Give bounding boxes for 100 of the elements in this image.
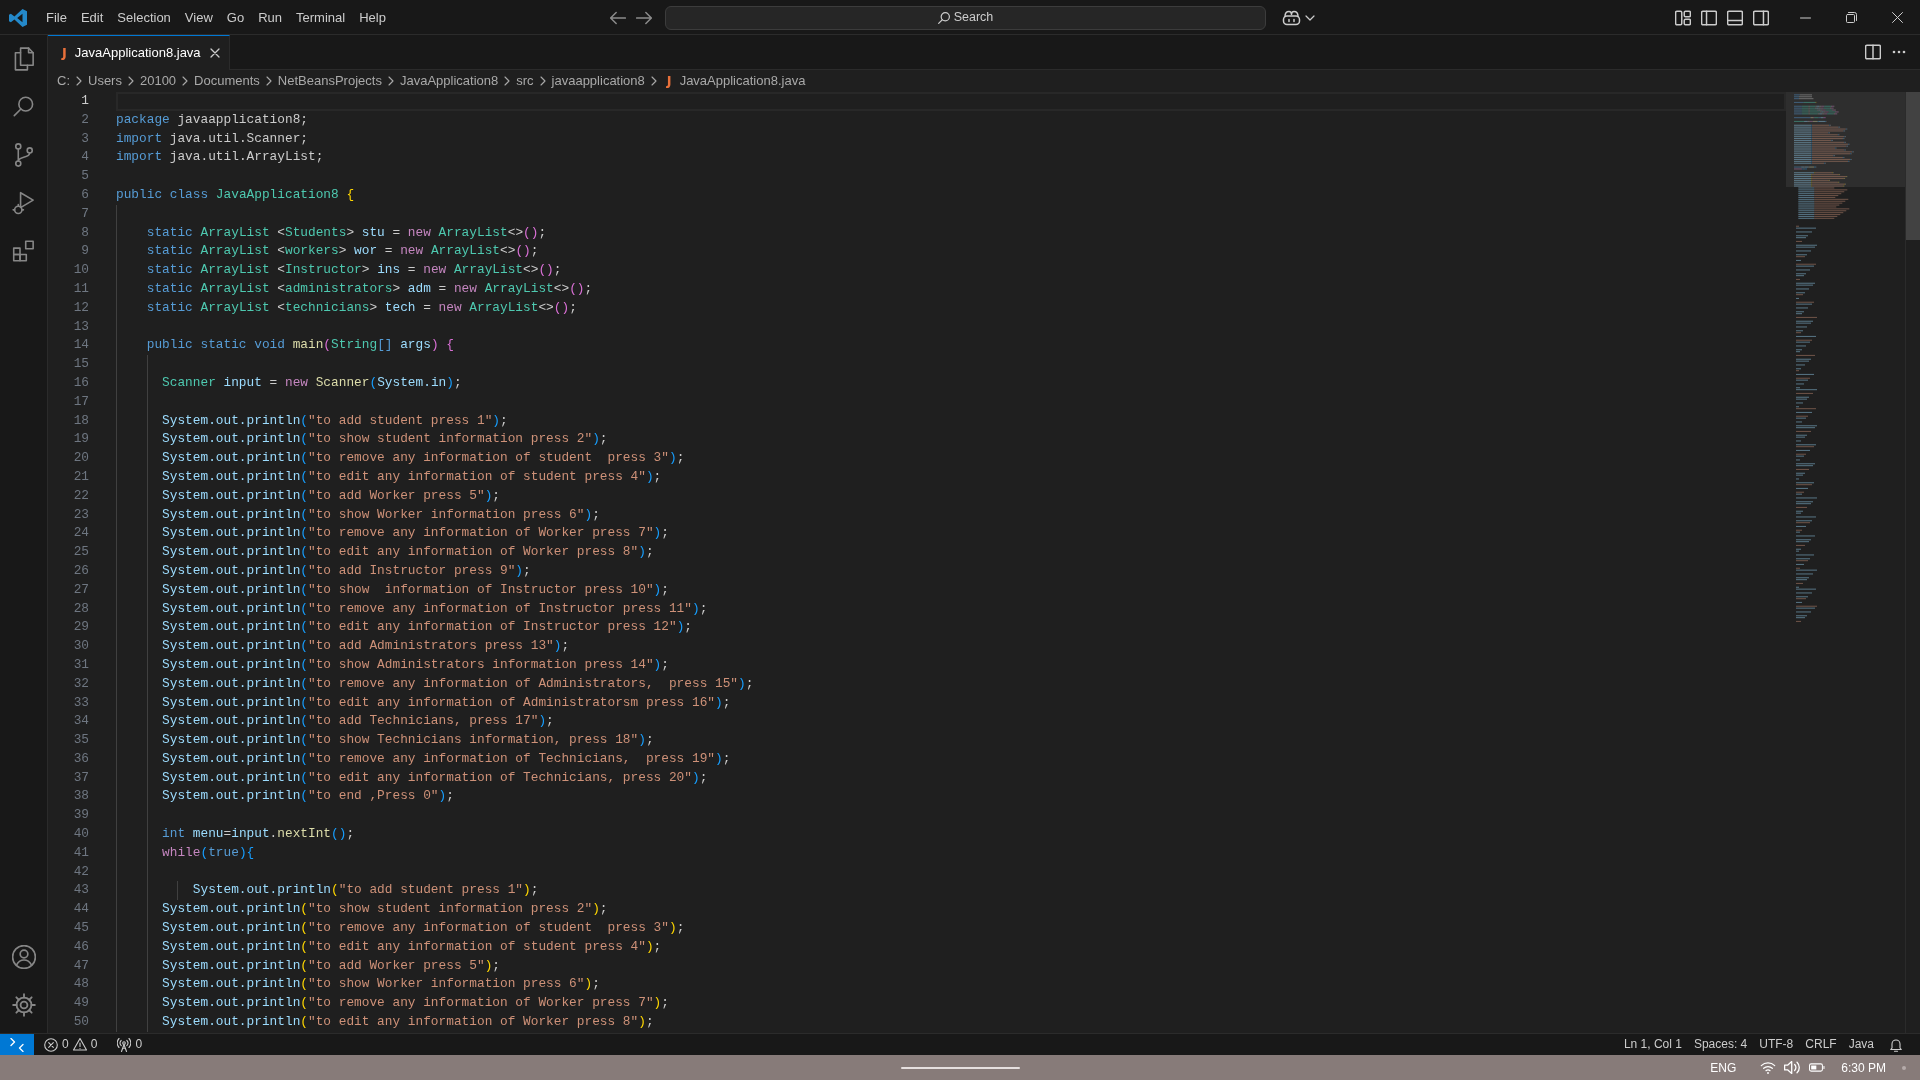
line-number: 48 (72, 975, 90, 994)
code-line: Scanner input = new Scanner(System.in); (162, 374, 462, 390)
status-item[interactable]: Ln 1, Col 1 (1617, 1034, 1688, 1055)
chevron-icon (127, 76, 134, 86)
line-number: 42 (72, 862, 90, 881)
line-number: 45 (72, 919, 90, 938)
line-number: 29 (72, 618, 90, 637)
line-number: 7 (80, 204, 90, 223)
ports-button[interactable]: 0 (111, 1034, 149, 1055)
code-line: System.out.println("to edit any information of student press 4"); (162, 468, 662, 484)
speaker-icon[interactable] (1784, 1061, 1801, 1074)
code-line: System.out.println("to edit any information of Worker press 8"); (162, 1014, 654, 1030)
close-icon[interactable] (209, 48, 220, 58)
line-number: 14 (72, 336, 90, 355)
app-logo-icon[interactable] (8, 8, 27, 27)
line-number: 35 (72, 731, 90, 750)
chevron-icon (265, 76, 272, 86)
status-item[interactable]: UTF-8 (1753, 1034, 1800, 1055)
code-line: public static void main(String[] args) { (146, 337, 454, 353)
command-center[interactable]: Search (665, 5, 1266, 30)
panel-left-icon[interactable] (1701, 9, 1717, 26)
editor-tab[interactable]: J JavaApplication8.java (48, 35, 230, 70)
menu-item[interactable]: Selection (110, 6, 178, 29)
more-actions-icon[interactable] (1892, 50, 1906, 54)
battery-icon[interactable] (1809, 1063, 1826, 1072)
line-number: 23 (72, 505, 90, 524)
code-line: while(true){ (162, 844, 255, 860)
line-number: 49 (72, 994, 90, 1013)
code-line: System.out.println("to remove any information of Instructor press 11"); (162, 600, 708, 616)
breadcrumb-item[interactable]: 20100 (139, 71, 177, 91)
line-number: 4 (80, 148, 90, 167)
breadcrumb-item[interactable]: Documents (194, 71, 260, 91)
problems-button[interactable]: 0 0 (38, 1034, 104, 1055)
remote-button[interactable] (0, 1034, 34, 1055)
file-type-icon: J (666, 71, 672, 91)
panel-bottom-icon[interactable] (1727, 9, 1743, 26)
breadcrumb-item[interactable]: javaapplication8 (551, 71, 645, 91)
code-line: System.out.println("to edit any information of Instructor press 12"); (162, 619, 692, 635)
line-number: 18 (72, 411, 90, 430)
line-number: 39 (72, 806, 90, 825)
breadcrumb-item[interactable]: src (516, 71, 534, 91)
line-number: 25 (72, 543, 90, 562)
breadcrumb-item[interactable]: JavaApplication8 (399, 71, 499, 91)
line-number: 8 (80, 223, 90, 242)
status-item[interactable]: CRLF (1799, 1034, 1843, 1055)
wifi-icon[interactable] (1760, 1061, 1777, 1074)
close-icon[interactable] (1891, 12, 1903, 23)
code-line: System.out.println("to edit any information of Worker press 8"); (162, 544, 654, 560)
menu-item[interactable]: View (177, 6, 220, 29)
line-number: 21 (72, 467, 90, 486)
code-line: static ArrayList <technicians> tech = new ArrayList<>(); (146, 299, 577, 315)
status-item[interactable]: Spaces: 4 (1687, 1034, 1754, 1055)
file-type-icon: J (62, 43, 67, 63)
breadcrumb-item[interactable]: JavaApplication8.java (679, 71, 806, 91)
line-number: 32 (72, 674, 90, 693)
layout-grid-icon[interactable] (1675, 9, 1691, 26)
line-number: 28 (72, 599, 90, 618)
menu-item[interactable]: Help (352, 6, 393, 29)
menu-item[interactable]: File (39, 6, 74, 29)
back-arrow-icon[interactable] (610, 9, 626, 26)
code-line: int menu=input.nextInt(); (162, 826, 355, 842)
line-number: 34 (72, 712, 90, 731)
breadcrumb-item[interactable]: C: (57, 71, 70, 91)
bell-icon[interactable] (1889, 1037, 1903, 1052)
breadcrumb-item[interactable]: NetBeansProjects (277, 71, 382, 91)
breadcrumb-item[interactable]: Users (88, 71, 122, 91)
line-number: 37 (72, 768, 90, 787)
minimize-icon[interactable] (1799, 16, 1811, 19)
blocks-icon[interactable] (11, 239, 36, 263)
menu-item[interactable]: Run (251, 6, 289, 29)
menu-item[interactable]: Terminal (289, 6, 353, 29)
line-number: 44 (72, 900, 90, 919)
menu-item[interactable]: Edit (73, 6, 111, 29)
chevron-icon (76, 76, 82, 86)
restore-icon[interactable] (1845, 12, 1857, 23)
scrollbar[interactable] (1906, 92, 1920, 240)
chevron-icon (387, 76, 394, 86)
code-line: static ArrayList <administrators> adm = new ArrayList<>(); (146, 280, 593, 296)
dot-icon[interactable] (1902, 1065, 1906, 1070)
line-number: 9 (80, 242, 90, 261)
search-icon (937, 11, 950, 24)
code-line: static ArrayList <Instructor> ins = new ArrayList<>(); (146, 262, 562, 278)
forward-arrow-icon[interactable] (636, 9, 652, 26)
language-indicator[interactable]: ENG (1710, 1058, 1737, 1077)
panel-right-icon[interactable] (1753, 9, 1769, 26)
user-icon[interactable] (11, 945, 36, 969)
code-line: System.out.println("to add student press 1"); (162, 412, 508, 428)
robot-icon[interactable] (1282, 9, 1301, 26)
search-icon[interactable] (11, 95, 36, 119)
status-item[interactable]: Java (1842, 1034, 1880, 1055)
gesture-bar[interactable] (900, 1066, 1020, 1069)
caret-icon[interactable] (1305, 14, 1315, 21)
columns-icon[interactable] (1865, 44, 1881, 60)
code-line: System.out.println("to add Administrators press 13"); (162, 638, 570, 654)
menu-item[interactable]: Go (219, 6, 252, 29)
code-line: System.out.println("to edit any information of student press 4"); (162, 938, 662, 954)
play-bug-icon[interactable] (11, 191, 36, 215)
code-line: System.out.println("to end ,Press 0"); (162, 788, 454, 804)
clock[interactable]: 6:30 PM (1841, 1058, 1886, 1077)
settings-icon[interactable] (11, 993, 36, 1017)
